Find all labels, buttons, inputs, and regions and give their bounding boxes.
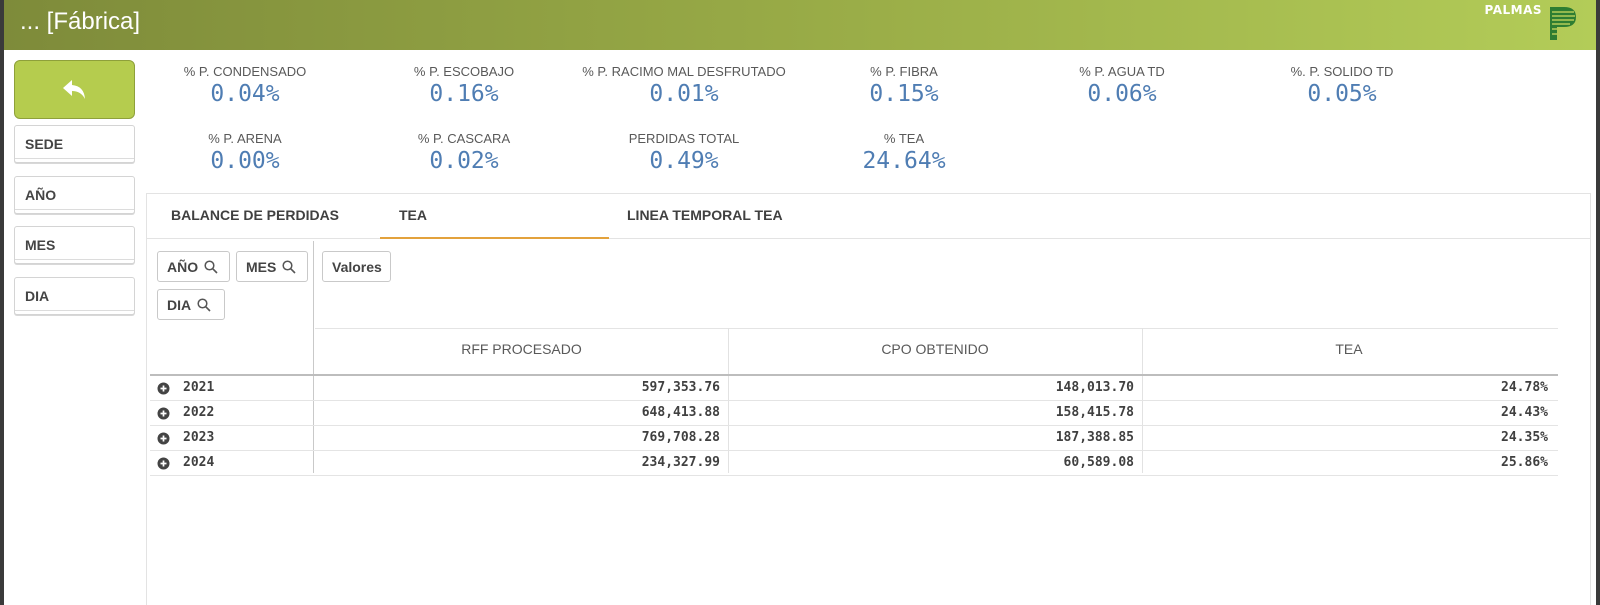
- filter-label: AÑO: [25, 187, 57, 203]
- dimension-chip-ano[interactable]: AÑO: [157, 251, 230, 282]
- kpi-agua-td[interactable]: % P. AGUA TD 0.06%: [1012, 64, 1232, 107]
- column-header-tea[interactable]: TEA: [1142, 341, 1556, 367]
- filter-label: MES: [25, 237, 56, 253]
- app-header: ... [Fábrica] PALMAS: [4, 0, 1596, 50]
- cell-tea: 24.43%: [1501, 405, 1548, 420]
- tab-bar: BALANCE DE PERDIDAS TEA LINEA TEMPORAL T…: [147, 194, 1590, 239]
- filter-label: DIA: [25, 288, 50, 304]
- column-header-label: TEA: [1335, 341, 1363, 357]
- kpi-fibra[interactable]: % P. FIBRA 0.15%: [794, 64, 1014, 107]
- app-frame: ... [Fábrica] PALMAS SEDE AÑO MES DIA % …: [4, 0, 1596, 605]
- column-header-label: RFF PROCESADO: [461, 341, 582, 357]
- filter-sede[interactable]: SEDE: [14, 125, 135, 163]
- row-year: 2023: [183, 430, 215, 445]
- tab-container: BALANCE DE PERDIDAS TEA LINEA TEMPORAL T…: [146, 193, 1591, 605]
- cell-cpo: 187,388.85: [1055, 430, 1134, 445]
- kpi-value: 0.16%: [429, 81, 499, 107]
- pivot-table: AÑO MES DIA Valores RFF PROCESADO CPO OB…: [150, 241, 1558, 476]
- expand-plus-icon[interactable]: [157, 382, 170, 395]
- kpi-value: 0.15%: [869, 81, 939, 107]
- kpi-label: % TEA: [883, 131, 925, 146]
- back-button[interactable]: [14, 60, 135, 119]
- dimension-chip-dia[interactable]: DIA: [157, 289, 225, 320]
- kpi-label: % P. ARENA: [208, 131, 282, 146]
- tab-tea[interactable]: TEA: [380, 194, 609, 239]
- kpi-condensado[interactable]: % P. CONDENSADO 0.04%: [135, 64, 355, 107]
- kpi-label: % P. RACIMO MAL DESFRUTADO: [582, 64, 786, 79]
- cell-rff: 234,327.99: [641, 455, 720, 470]
- chip-label: MES: [246, 258, 277, 275]
- search-icon: [197, 297, 211, 312]
- expand-plus-icon[interactable]: [157, 457, 170, 470]
- table-row: 2022 648,413.88 158,415.78 24.43%: [150, 401, 1558, 426]
- chip-label: Valores: [332, 258, 382, 275]
- header-divider: [315, 328, 1558, 329]
- expand-plus-icon[interactable]: [157, 432, 170, 445]
- kpi-cascara[interactable]: % P. CASCARA 0.02%: [354, 131, 574, 174]
- kpi-label: % P. CASCARA: [417, 131, 511, 146]
- filter-dia[interactable]: DIA: [14, 277, 135, 315]
- tab-label: TEA: [399, 207, 427, 223]
- tab-label: BALANCE DE PERDIDAS: [171, 207, 340, 223]
- cell-cpo: 148,013.70: [1055, 380, 1134, 395]
- row-year: 2021: [183, 380, 215, 395]
- kpi-label: %. P. SOLIDO TD: [1290, 64, 1394, 79]
- left-panel: SEDE AÑO MES DIA: [14, 60, 135, 315]
- sheet-title: ... [Fábrica]: [20, 8, 141, 35]
- kpi-label: % P. CONDENSADO: [183, 64, 307, 79]
- expand-plus-icon[interactable]: [157, 407, 170, 420]
- column-header-cpo[interactable]: CPO OBTENIDO: [728, 341, 1142, 367]
- kpi-value: 0.01%: [649, 81, 719, 107]
- column-header-rff[interactable]: RFF PROCESADO: [315, 341, 728, 367]
- kpi-label: % P. AGUA TD: [1079, 64, 1165, 79]
- kpi-label: % P. FIBRA: [870, 64, 938, 79]
- cell-rff: 648,413.88: [641, 405, 720, 420]
- tab-balance-perdidas[interactable]: BALANCE DE PERDIDAS: [171, 194, 371, 239]
- measure-chip-valores[interactable]: Valores: [322, 251, 391, 282]
- table-row: 2021 597,353.76 148,013.70 24.78%: [150, 376, 1558, 401]
- search-icon: [204, 259, 218, 274]
- filter-mes[interactable]: MES: [14, 226, 135, 264]
- row-year: 2024: [183, 455, 215, 470]
- filter-ano[interactable]: AÑO: [14, 176, 135, 214]
- cell-tea: 24.78%: [1501, 380, 1548, 395]
- kpi-value: 24.64%: [862, 148, 946, 174]
- kpi-label: % P. ESCOBAJO: [413, 64, 515, 79]
- kpi-value: 0.02%: [429, 148, 499, 174]
- cell-cpo: 60,589.08: [1063, 455, 1134, 470]
- filter-label: SEDE: [25, 136, 64, 152]
- chip-label: AÑO: [167, 258, 199, 275]
- kpi-arena[interactable]: % P. ARENA 0.00%: [135, 131, 355, 174]
- cell-cpo: 158,415.78: [1055, 405, 1134, 420]
- cell-tea: 25.86%: [1501, 455, 1548, 470]
- kpi-value: 0.04%: [210, 81, 280, 107]
- kpi-value: 0.05%: [1307, 81, 1377, 107]
- kpi-value: 0.00%: [210, 148, 280, 174]
- palmas-logo: PALMAS: [1468, 2, 1578, 42]
- kpi-value: 0.49%: [649, 148, 719, 174]
- kpi-label: PERDIDAS TOTAL: [628, 131, 740, 146]
- table-row: 2023 769,708.28 187,388.85 24.35%: [150, 426, 1558, 451]
- kpi-escobajo[interactable]: % P. ESCOBAJO 0.16%: [354, 64, 574, 107]
- cell-rff: 769,708.28: [641, 430, 720, 445]
- cell-rff: 597,353.76: [641, 380, 720, 395]
- kpi-tea[interactable]: % TEA 24.64%: [794, 131, 1014, 174]
- cell-tea: 24.35%: [1501, 430, 1548, 445]
- row-year: 2022: [183, 405, 215, 420]
- palmas-logo-icon: [1550, 7, 1576, 40]
- kpi-perdidas-total[interactable]: PERDIDAS TOTAL 0.49%: [574, 131, 794, 174]
- column-header-label: CPO OBTENIDO: [881, 341, 989, 357]
- tab-label: LINEA TEMPORAL TEA: [627, 207, 783, 223]
- kpi-racimo[interactable]: % P. RACIMO MAL DESFRUTADO 0.01%: [574, 64, 794, 107]
- chip-label: DIA: [167, 296, 192, 313]
- undo-arrow-icon: [62, 79, 85, 99]
- search-icon: [282, 259, 296, 274]
- kpi-solido-td[interactable]: %. P. SOLIDO TD 0.05%: [1232, 64, 1452, 107]
- kpi-value: 0.06%: [1087, 81, 1157, 107]
- table-row: 2024 234,327.99 60,589.08 25.86%: [150, 451, 1558, 476]
- logo-text: PALMAS: [1484, 3, 1542, 17]
- tab-linea-temporal-tea[interactable]: LINEA TEMPORAL TEA: [627, 194, 847, 239]
- dimension-chip-mes[interactable]: MES: [236, 251, 308, 282]
